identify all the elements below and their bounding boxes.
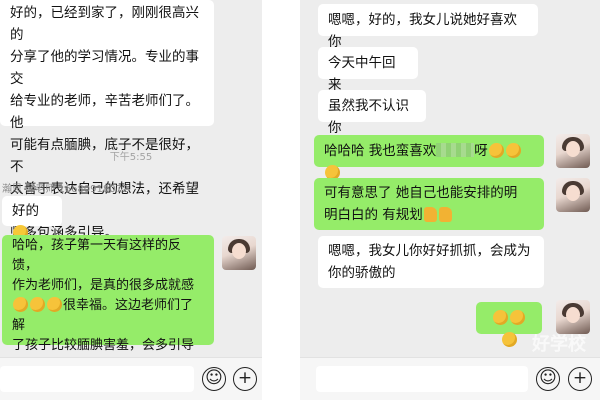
message-input[interactable] (0, 366, 194, 392)
user-avatar[interactable] (556, 134, 590, 168)
message-text: 嗯嗯，好的，我女儿说她好喜欢你 (328, 12, 517, 50)
message-input[interactable] (316, 366, 528, 392)
redacted-text (436, 143, 475, 157)
incoming-message-bubble[interactable]: 今天中午回来 (318, 47, 418, 93)
plus-icon[interactable]: + (233, 367, 257, 391)
timestamp: 下午5:55 (109, 152, 153, 163)
avatar-face (566, 307, 580, 323)
thumbs-up-icon (423, 207, 437, 222)
grin-emoji-icon (47, 297, 62, 312)
user-avatar[interactable] (222, 236, 256, 270)
emoji-icon[interactable]: ☺ (536, 367, 560, 391)
grin-emoji-icon (505, 143, 521, 158)
input-toolbar: ☺ + (0, 357, 262, 400)
user-avatar[interactable] (556, 178, 590, 212)
grin-emoji-icon (510, 310, 525, 325)
avatar-face (232, 243, 246, 259)
message-text: 呀 (474, 143, 488, 159)
incoming-message-bubble[interactable]: 嗯嗯，我女儿你好好抓抓，会成为 你的骄傲的 (318, 236, 544, 288)
outgoing-message-bubble[interactable]: 哈哈哈 我也蛮喜欢 呀 (314, 135, 544, 180)
right-chat-panel: 嗯嗯，好的，我女儿说她好喜欢你 今天中午回来 虽然我不认识你 哈哈哈 我也蛮喜欢… (300, 0, 600, 400)
message-text: 可有意思了 她自己也能安排的明 明白白的 有规划 (324, 185, 518, 223)
sender-label: 瀚思 彭老师 16680918072 (2, 184, 129, 195)
incoming-message-bubble[interactable]: 虽然我不认识你 (318, 90, 426, 136)
message-text: 嗯嗯，我女儿你好好抓抓，会成为 你的骄傲的 (328, 243, 531, 281)
user-avatar[interactable] (556, 300, 590, 334)
watermark-logo: 好学校 (532, 334, 586, 355)
grin-emoji-icon (488, 143, 504, 158)
incoming-message-bubble[interactable]: 好的 (2, 196, 62, 240)
thumbs-up-icon (438, 207, 452, 222)
outgoing-message-bubble[interactable]: 可有意思了 她自己也能安排的明 明白白的 有规划 (314, 178, 544, 230)
grin-emoji-icon (493, 310, 508, 325)
left-chat-panel: 好的，已经到家了，刚刚很高兴的 分享了他的学习情况。专业的事交 给专业的老师，辛… (0, 0, 262, 400)
incoming-message-bubble[interactable]: 好的，已经到家了，刚刚很高兴的 分享了他的学习情况。专业的事交 给专业的老师，辛… (0, 0, 214, 241)
message-text: 虽然我不认识你 (328, 98, 409, 136)
message-text: 今天中午回来 (328, 55, 396, 93)
emoji-icon[interactable]: ☺ (202, 367, 226, 391)
avatar-face (566, 141, 580, 157)
message-text: 哈哈哈 我也蛮喜欢 (324, 143, 437, 159)
avatar-face (566, 185, 580, 201)
input-toolbar: ☺ + (300, 357, 600, 400)
plus-icon[interactable]: + (568, 367, 592, 391)
message-text: 哈哈，孩子第一天有这样的反馈， 作为老师们，是真的很多成就感 (12, 238, 195, 293)
incoming-message-bubble[interactable]: 嗯嗯，好的，我女儿说她好喜欢你 (318, 4, 538, 50)
grin-emoji-icon (501, 332, 517, 347)
grin-emoji-icon (30, 297, 45, 312)
message-text: 好的 (12, 203, 39, 219)
outgoing-message-bubble[interactable]: 哈哈，孩子第一天有这样的反馈， 作为老师们，是真的很多成就感 很幸福。这边老师们… (2, 235, 214, 393)
grin-emoji-icon (13, 297, 28, 312)
